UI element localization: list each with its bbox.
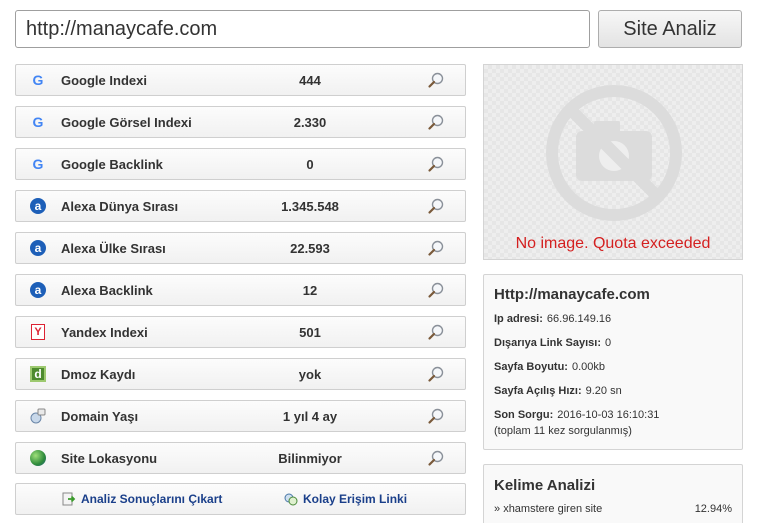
- metric-label: Google Indexi: [61, 73, 147, 88]
- metric-value: 22.593: [290, 241, 330, 256]
- ip-value: 66.96.149.16: [546, 313, 612, 325]
- quick-access-link[interactable]: Kolay Erişim Linki: [284, 492, 407, 506]
- magnifier-icon[interactable]: [427, 155, 445, 173]
- metric-site-location: Site Lokasyonu Bilinmiyor: [15, 442, 466, 474]
- ip-label: Ip adresi:: [494, 313, 543, 325]
- metric-label: Site Lokasyonu: [61, 451, 158, 466]
- keyword-analysis-panel: Kelime Analizi » xhamstere giren site 12…: [483, 464, 743, 523]
- load-speed-value: 9.20 sn: [585, 385, 622, 397]
- magnifier-icon[interactable]: [427, 323, 445, 341]
- metric-yandex-index: Y Yandex Indexi 501: [15, 316, 466, 348]
- google-icon: G: [32, 114, 44, 130]
- metric-value: 12: [302, 283, 318, 298]
- google-icon: G: [32, 156, 44, 172]
- page-size-label: Sayfa Boyutu:: [494, 361, 568, 373]
- site-info-panel: Http://manaycafe.com Ip adresi: 66.96.149…: [483, 274, 743, 450]
- page-size-value: 0.00kb: [571, 361, 605, 373]
- load-speed-row: Sayfa Açılış Hızı: 9.20 sn: [494, 383, 732, 399]
- metric-alexa-backlink: a Alexa Backlink 12: [15, 274, 466, 306]
- magnifier-icon[interactable]: [427, 113, 445, 131]
- site-preview-image: No image. Quota exceeded: [483, 64, 743, 260]
- quick-access-label: Kolay Erişim Linki: [303, 492, 408, 506]
- site-analyze-button[interactable]: Site Analiz: [598, 10, 742, 48]
- quota-exceeded-message: No image. Quota exceeded: [515, 235, 711, 252]
- metric-label: Dmoz Kaydı: [61, 367, 136, 382]
- metric-label: Alexa Dünya Sırası: [61, 199, 179, 214]
- metric-label: Domain Yaşı: [61, 409, 139, 424]
- url-input[interactable]: [15, 10, 590, 48]
- metric-label: Yandex Indexi: [61, 325, 148, 340]
- outlinks-label: Dışarıya Link Sayısı:: [494, 337, 601, 349]
- load-speed-label: Sayfa Açılış Hızı:: [494, 385, 582, 397]
- magnifier-icon[interactable]: [427, 449, 445, 467]
- magnifier-icon[interactable]: [427, 197, 445, 215]
- link-chain-icon: [284, 493, 298, 506]
- no-image-icon: [546, 85, 682, 221]
- metric-label: Alexa Backlink: [61, 283, 153, 298]
- metric-value: 0: [306, 157, 314, 172]
- outlinks-row: Dışarıya Link Sayısı: 0: [494, 335, 732, 351]
- magnifier-icon[interactable]: [427, 407, 445, 425]
- last-query-value: 2016-10-03 16:10:31: [557, 409, 660, 421]
- action-bar: Analiz Sonuçlarını Çıkart Kolay Erişim L…: [15, 483, 466, 515]
- last-query-row: Son Sorgu: 2016-10-03 16:10:31 (toplam 11…: [494, 407, 732, 439]
- metric-value: 2.330: [293, 115, 327, 130]
- magnifier-icon[interactable]: [427, 281, 445, 299]
- metrics-list: G Google Indexi 444 G Google Görsel Inde…: [15, 64, 466, 484]
- alexa-icon: a: [30, 198, 46, 214]
- keyword-percent: 12.94%: [694, 503, 732, 515]
- keyword-item: » xhamstere giren site 12.94%: [494, 503, 732, 515]
- metric-dmoz: d Dmoz Kaydı yok: [15, 358, 466, 390]
- metric-alexa-country-rank: a Alexa Ülke Sırası 22.593: [15, 232, 466, 264]
- keyword-analysis-title: Kelime Analizi: [494, 477, 596, 494]
- alexa-icon: a: [30, 240, 46, 256]
- google-icon: G: [32, 72, 44, 88]
- last-query-label: Son Sorgu:: [494, 409, 554, 421]
- alexa-icon: a: [30, 282, 46, 298]
- metric-value: yok: [298, 367, 322, 382]
- dmoz-icon: d: [30, 366, 46, 382]
- query-count-note: (toplam 11 kez sorgulanmış): [494, 425, 632, 437]
- metric-value: 1 yıl 4 ay: [282, 409, 338, 424]
- outlinks-value: 0: [605, 337, 612, 349]
- export-results-label: Analiz Sonuçlarını Çıkart: [81, 492, 223, 506]
- domain-age-icon: [30, 408, 46, 424]
- metric-google-image-index: G Google Görsel Indexi 2.330: [15, 106, 466, 138]
- metric-domain-age: Domain Yaşı 1 yıl 4 ay: [15, 400, 466, 432]
- magnifier-icon[interactable]: [427, 365, 445, 383]
- metric-value: Bilinmiyor: [278, 451, 342, 466]
- globe-icon: [30, 450, 46, 466]
- metric-alexa-world-rank: a Alexa Dünya Sırası 1.345.548: [15, 190, 466, 222]
- metric-value: 1.345.548: [281, 199, 339, 214]
- ip-address-row: Ip adresi: 66.96.149.16: [494, 311, 732, 327]
- metric-label: Alexa Ülke Sırası: [61, 241, 166, 256]
- site-info-title: Http://manaycafe.com: [494, 286, 650, 303]
- yandex-icon: Y: [30, 324, 46, 340]
- export-results-link[interactable]: Analiz Sonuçlarını Çıkart: [62, 492, 222, 506]
- metric-google-index: G Google Indexi 444: [15, 64, 466, 96]
- export-icon: [62, 492, 76, 506]
- magnifier-icon[interactable]: [427, 239, 445, 257]
- bullet-marker: »: [494, 503, 501, 515]
- metric-label: Google Görsel Indexi: [61, 115, 192, 130]
- keyword-term: xhamstere giren site: [503, 503, 603, 515]
- page-size-row: Sayfa Boyutu: 0.00kb: [494, 359, 732, 375]
- magnifier-icon[interactable]: [427, 71, 445, 89]
- metric-google-backlink: G Google Backlink 0: [15, 148, 466, 180]
- metric-label: Google Backlink: [61, 157, 163, 172]
- metric-value: 444: [299, 73, 321, 88]
- metric-value: 501: [299, 325, 321, 340]
